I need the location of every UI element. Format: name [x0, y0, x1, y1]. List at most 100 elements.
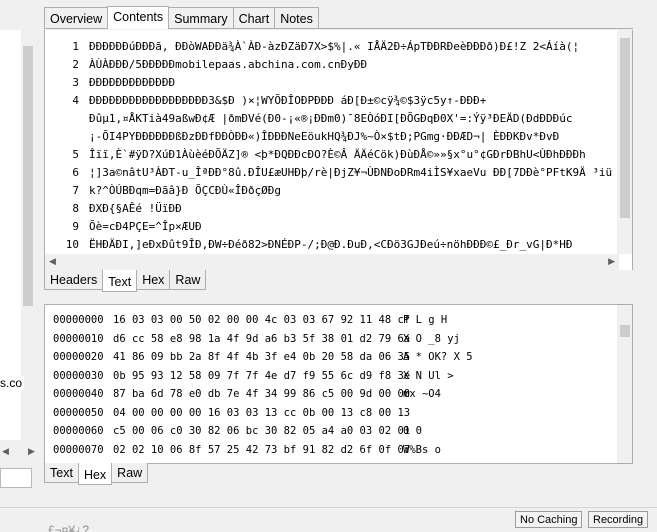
text-line: 1 ÐÐÐÐÐÐúÐÐÐã, ÐÐòWAÐÐä¾À`ÀÐ-àzÐZäÐ7X>$%|…	[45, 38, 579, 56]
tab-chart[interactable]: Chart	[232, 7, 276, 28]
hex-vertical-scrollbar[interactable]	[617, 305, 632, 463]
text-view[interactable]: 1 ÐÐÐÐÐÐúÐÐÐã, ÐÐòWAÐÐä¾À`ÀÐ-àzÐZäÐ7X>$%|…	[44, 30, 633, 270]
hex-ascii: X N Ul >	[403, 369, 454, 382]
hex-offset: 00000020	[53, 351, 104, 363]
text-line: ¡-ÕI4PYÐÐÐÐÐÐßÐzÐÐfÐÐÒÐÐ«)ÎÐÐÐNeEöukHQ¾Ð…	[45, 128, 559, 146]
hex-row: 00000020 41 86 09 bb 2a 8f 4f 4b 3f e4 0b…	[53, 348, 473, 366]
hex-bytes: 02 02 10 06 8f 57 25 42 73 bf 91 82 d2 6…	[113, 443, 411, 456]
hex-ascii: 0 0	[403, 425, 422, 437]
hex-ascii: X O _8 yj	[403, 332, 460, 345]
line-number: 5	[72, 148, 79, 161]
tab-overview[interactable]: Overview	[44, 7, 109, 28]
tab-summary[interactable]: Summary	[168, 7, 234, 28]
hex-offset: 00000000	[53, 314, 104, 326]
line-number: 1	[72, 40, 79, 53]
line-number: 6	[72, 166, 79, 179]
hex-row: 00000030 0b 95 93 12 58 09 7f 7f 4e d7 f9…	[53, 367, 454, 385]
line-content: ÐÐÐÐÐÐÐÐÐÐÐÐÐ	[89, 76, 176, 89]
line-number: 8	[72, 202, 79, 215]
line-content: ÐÐÐÐÐÐÐÐÐÐÐÐÐÐÐÐÐÐ3&$Ð )×¦WYÕÐÎOÐPÐÐÐ áÐ…	[89, 94, 487, 107]
tab-headers[interactable]: Headers	[44, 270, 104, 290]
text-line: 10 ËHÐÄÐI,]eÐxÐût9ÎÐ,ÐW÷Ðéð82>ÐNÉÐP-/;Ð@Ð…	[45, 236, 573, 254]
line-number: 7	[72, 184, 79, 197]
hex-bytes: 41 86 09 bb 2a 8f 4f 4b 3f e4 0b 20 58 d…	[113, 351, 411, 363]
status-left-text: £¬¤¥¿?	[48, 523, 90, 532]
hex-offset: 00000060	[53, 425, 104, 437]
tab-raw[interactable]: Raw	[169, 270, 207, 290]
scroll-right-icon[interactable]: ▶	[608, 256, 615, 267]
hex-bytes: c5 00 06 c0 30 82 06 bc 30 82 05 a4 a0 0…	[113, 425, 411, 437]
tab-raw[interactable]: Raw	[111, 463, 149, 483]
line-content: ÀÙÀÐÐÐ/5ÐÐÐÐÐmobilepaas.abchina.com.cnÐy…	[89, 58, 368, 71]
line-content: Õè=cÐ4PÇE=^Îp×ÆUÐ	[89, 220, 202, 233]
hex-offset: 00000070	[53, 443, 104, 456]
line-content: k?^ÒÚBÐqm=Ðãâ}Ð ÕÇCÐÙ«ÎÐðçØÐg	[89, 184, 282, 197]
text-line: 8 ÐXÐ{§AÊé !ÜïÐÐ	[45, 200, 182, 218]
tab-hex[interactable]: Hex	[77, 463, 113, 485]
hex-row: 00000050 04 00 00 00 00 16 03 03 13 cc 0b…	[53, 404, 411, 422]
line-number: 10	[65, 238, 79, 251]
line-content: ÐÐÐÐÐÐúÐÐÐã, ÐÐòWAÐÐä¾À`ÀÐ-àzÐZäÐ7X>$%|.…	[89, 40, 580, 53]
text-line: 5 Îïï,È`#ÿD?XúÐ1ÀùèéÐÕÄZ]® <þ*ÐQÐÐcÐO?È©Â…	[45, 146, 586, 164]
inspector-panel: Overview Contents Summary Chart Notes 1Ð…	[44, 6, 633, 485]
left-session-panel: s.co ◀ ▶	[0, 0, 41, 507]
line-content: Îïï,È`#ÿD?XúÐ1ÀùèéÐÕÄZ]® <þ*ÐQÐÐcÐO?È©Â …	[89, 148, 586, 161]
tab-notes[interactable]: Notes	[274, 7, 319, 28]
hex-ascii: P L g H	[403, 314, 448, 326]
response-view-tabs: Headers Text Hex Raw	[44, 270, 633, 294]
request-view-tabs: Text Hex Raw	[44, 463, 633, 487]
scrollbar-thumb[interactable]	[23, 46, 33, 306]
text-line: 9 Õè=cÐ4PÇE=^Îp×ÆUÐ	[45, 218, 202, 236]
text-horizontal-scrollbar[interactable]: ◀ ▶	[45, 254, 619, 270]
hex-offset: 00000040	[53, 388, 104, 400]
hex-row: 00000040 87 ba 6d 78 e0 db 7e 4f 34 99 86…	[53, 385, 441, 403]
text-line: 3 ÐÐÐÐÐÐÐÐÐÐÐÐÐ	[45, 74, 175, 92]
line-number: 9	[72, 220, 79, 233]
hex-row: 00000070 02 02 10 06 8f 57 25 42 73 bf 91…	[53, 441, 441, 459]
status-bar: £¬¤¥¿? No Caching Recording	[0, 507, 657, 532]
hex-row: 00000060 c5 00 06 c0 30 82 06 bc 30 82 05…	[53, 422, 422, 440]
tab-contents[interactable]: Contents	[107, 6, 170, 29]
hex-ascii: mx ~O4	[403, 388, 441, 400]
hex-bytes: 87 ba 6d 78 e0 db 7e 4f 34 99 86 c5 00 9…	[113, 388, 411, 400]
line-content: ¡-ÕI4PYÐÐÐÐÐÐßÐzÐÐfÐÐÒÐÐ«)ÎÐÐÐNeEöukHQ¾Ð…	[89, 130, 560, 143]
hex-bytes: 04 00 00 00 00 16 03 03 13 cc 0b 00 13 c…	[113, 406, 411, 419]
text-line: 4 ÐÐÐÐÐÐÐÐÐÐÐÐÐÐÐÐÐÐ3&$Ð )×¦WYÕÐÎOÐPÐÐÐ á…	[45, 92, 486, 110]
line-number: 4	[72, 94, 79, 107]
line-number: 2	[72, 58, 79, 71]
text-vertical-scrollbar[interactable]	[617, 30, 632, 254]
recording-button[interactable]: Recording	[588, 511, 649, 528]
scroll-right-icon[interactable]: ▶	[28, 446, 35, 457]
hex-row: 00000000 16 03 03 00 50 02 00 00 4c 03 03…	[53, 311, 447, 329]
scroll-left-icon[interactable]: ◀	[2, 446, 9, 457]
view-tabs: Overview Contents Summary Chart Notes	[44, 6, 633, 29]
tab-text[interactable]: Text	[102, 270, 138, 292]
text-line: 7 k?^ÒÚBÐqm=Ðãâ}Ð ÕÇCÐÙ«ÎÐðçØÐg	[45, 182, 281, 200]
hex-offset: 00000030	[53, 369, 104, 382]
hex-row: 00000010 d6 cc 58 e8 98 1a 4f 9d a6 b3 5f…	[53, 330, 460, 348]
hex-ascii: W%Bs o	[403, 443, 441, 456]
text-line: 6 ¦]3a©nâtU³ÀÐT-u_ÎªÐÐ°8û.ÐÎU£æUHÐþ/rè|Ðj…	[45, 164, 612, 182]
text-line: 2 ÀÙÀÐÐÐ/5ÐÐÐÐÐmobilepaas.abchina.com.cnÐ…	[45, 56, 367, 74]
scrollbar-thumb[interactable]	[620, 38, 630, 218]
tab-text[interactable]: Text	[44, 463, 79, 483]
text-line: Ðûµ1,¤ÅKTià49aßwÐ¢Æ |ðmÐVé(Ð0-¡«®¡ÐÐm0)¯…	[45, 110, 572, 128]
line-content: ËHÐÄÐI,]eÐxÐût9ÎÐ,ÐW÷Ðéð82>ÐNÉÐP-/;Ð@Ð.Ð…	[89, 238, 573, 251]
line-content: ¦]3a©nâtU³ÀÐT-u_ÎªÐÐ°8û.ÐÎU£æUHÐþ/rè|ÐjZ…	[89, 166, 613, 179]
scroll-left-icon[interactable]: ◀	[49, 256, 56, 267]
no-caching-button[interactable]: No Caching	[515, 511, 583, 528]
hex-offset: 00000010	[53, 332, 104, 345]
line-number: 3	[72, 76, 79, 89]
filter-input[interactable]	[0, 468, 32, 488]
hex-view[interactable]: 00000000 16 03 03 00 50 02 00 00 4c 03 03…	[44, 304, 633, 464]
hex-bytes: 0b 95 93 12 58 09 7f 7f 4e d7 f9 55 6c d…	[113, 369, 411, 382]
line-content: ÐXÐ{§AÊé !ÜïÐÐ	[89, 202, 182, 215]
session-host-fragment[interactable]: s.co	[0, 376, 25, 390]
tab-hex[interactable]: Hex	[136, 270, 171, 290]
hex-ascii: A * OK? X 5	[403, 351, 473, 363]
scrollbar-thumb[interactable]	[620, 325, 630, 337]
hex-bytes: 16 03 03 00 50 02 00 00 4c 03 03 67 92 1…	[113, 314, 411, 326]
hex-bytes: d6 cc 58 e8 98 1a 4f 9d a6 b3 5f 38 01 d…	[113, 332, 411, 345]
line-content: Ðûµ1,¤ÅKTià49aßwÐ¢Æ |ðmÐVé(Ð0-¡«®¡ÐÐm0)¯…	[89, 112, 573, 125]
hex-offset: 00000050	[53, 406, 104, 419]
